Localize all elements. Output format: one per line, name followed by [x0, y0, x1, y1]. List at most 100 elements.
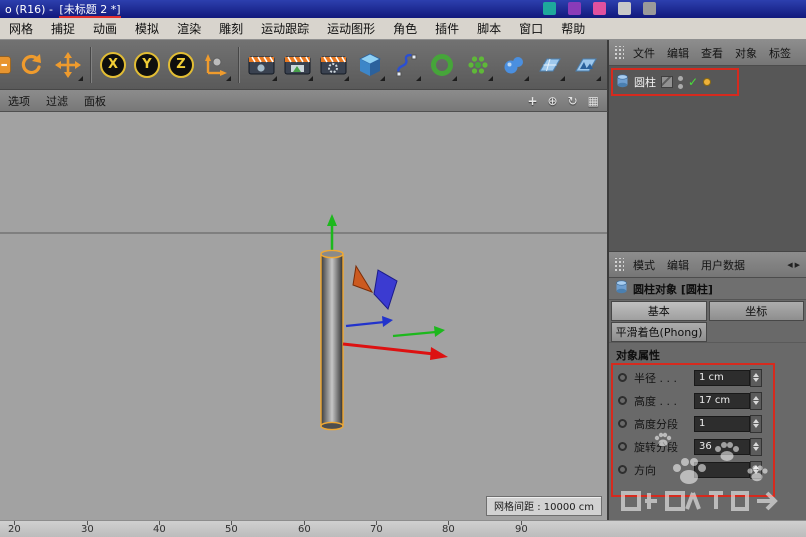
- tab-coordinates[interactable]: 坐标: [708, 301, 804, 321]
- enabled-check-icon[interactable]: ✓: [688, 75, 698, 89]
- radius-spinner[interactable]: [750, 368, 762, 387]
- badge-teal-icon: [543, 2, 556, 15]
- render-view-icon[interactable]: [244, 45, 280, 85]
- ruler-tick: 40: [153, 521, 166, 535]
- key-ring-icon[interactable]: [618, 396, 627, 405]
- maximize-icon[interactable]: ▦: [588, 94, 599, 108]
- grip-icon[interactable]: [613, 45, 624, 60]
- menu-motion-tracker[interactable]: 运动跟踪: [252, 20, 318, 37]
- toolbar-separator: [238, 46, 240, 83]
- spline-pen-icon[interactable]: [388, 45, 424, 85]
- rotation-segments-value-field[interactable]: 36: [694, 438, 750, 455]
- floor-plane-icon[interactable]: [532, 45, 568, 85]
- axis-x-label: X: [100, 51, 126, 78]
- menu-mesh[interactable]: 网格: [0, 20, 42, 37]
- am-menu-user-data[interactable]: 用户数据: [695, 257, 751, 273]
- array-generator-icon[interactable]: [460, 45, 496, 85]
- rotate-icon[interactable]: ↻: [568, 94, 578, 108]
- attr-row-height-segments: 高度分段 1: [609, 412, 806, 435]
- viewport-canvas[interactable]: 网格间距 : 10000 cm: [0, 112, 608, 520]
- layer-chip-icon[interactable]: [661, 76, 673, 88]
- viewport-ruler[interactable]: 20 30 40 50 60 70 80 90: [0, 520, 806, 537]
- tab-phong[interactable]: 平滑着色(Phong): [611, 322, 707, 342]
- coordinate-system-icon[interactable]: [198, 45, 234, 85]
- object-row-cylinder[interactable]: 圆柱 ✓: [609, 71, 763, 93]
- attribute-title-text: 圆柱对象 [圆柱]: [633, 282, 713, 296]
- tab-basic[interactable]: 基本: [611, 301, 707, 321]
- menu-plugins[interactable]: 插件: [426, 20, 468, 37]
- om-menu-view[interactable]: 查看: [695, 45, 729, 61]
- menu-snap[interactable]: 捕捉: [42, 20, 84, 37]
- window-title-prefix: o (R16) -: [5, 3, 57, 16]
- am-menu-mode[interactable]: 模式: [627, 257, 661, 273]
- radius-value-field[interactable]: 1 cm: [694, 369, 750, 386]
- pan-icon[interactable]: +: [527, 94, 537, 108]
- om-menu-edit[interactable]: 编辑: [661, 45, 695, 61]
- main-toolbar: X Y Z: [0, 40, 608, 90]
- key-ring-icon[interactable]: [618, 465, 627, 474]
- om-menu-objects[interactable]: 对象: [729, 45, 763, 61]
- key-ring-icon[interactable]: [618, 419, 627, 428]
- render-to-picture-viewer-icon[interactable]: [280, 45, 316, 85]
- lock-x-axis-button[interactable]: X: [96, 45, 130, 85]
- orientation-value-field[interactable]: [694, 461, 750, 478]
- cube-primitive-icon[interactable]: [352, 45, 388, 85]
- lock-y-axis-button[interactable]: Y: [130, 45, 164, 85]
- menu-window[interactable]: 窗口: [510, 20, 552, 37]
- height-value-field[interactable]: 17 cm: [694, 392, 750, 409]
- menu-sculpt[interactable]: 雕刻: [210, 20, 252, 37]
- zoom-icon[interactable]: ⊕: [548, 94, 558, 108]
- viewport-menubar: 选项 过滤 面板 + ⊕ ↻ ▦: [0, 90, 608, 112]
- vp-menu-filter[interactable]: 过滤: [38, 93, 76, 109]
- height-spinner[interactable]: [750, 391, 762, 410]
- viewport-nav-icons: + ⊕ ↻ ▦: [527, 94, 599, 108]
- attribute-manager-header: 模式 编辑 用户数据 ◀▶: [609, 252, 806, 278]
- object-manager-list[interactable]: 圆柱 ✓: [609, 66, 806, 252]
- grip-icon[interactable]: [613, 257, 624, 272]
- scene-cylinder[interactable]: [296, 208, 471, 453]
- ruler-tick: 30: [81, 521, 94, 535]
- lock-z-axis-button[interactable]: Z: [164, 45, 198, 85]
- menu-render[interactable]: 渲染: [168, 20, 210, 37]
- menu-animate[interactable]: 动画: [84, 20, 126, 37]
- app-window: o (R16) - [未标题 2 *] 网格 捕捉 动画 模拟 渲染 雕刻 运动…: [0, 0, 806, 537]
- history-arrows-icon[interactable]: ◀▶: [787, 261, 802, 269]
- move-tool-icon[interactable]: [50, 45, 86, 85]
- attr-label-height: 高度 . . .: [634, 394, 677, 408]
- key-ring-icon[interactable]: [618, 373, 627, 382]
- axis-z-label: Z: [168, 51, 194, 78]
- rotation-segments-spinner[interactable]: [750, 437, 762, 456]
- menu-script[interactable]: 脚本: [468, 20, 510, 37]
- attr-label-rotation-segments: 旋转分段: [634, 440, 678, 454]
- grid-spacing-label: 网格间距 : 10000 cm: [486, 496, 602, 516]
- key-ring-icon[interactable]: [618, 442, 627, 451]
- window-title: o (R16) - [未标题 2 *]: [5, 1, 121, 18]
- om-menu-tags[interactable]: 标签: [763, 45, 797, 61]
- ruler-tick: 80: [442, 521, 455, 535]
- document-title: [未标题 2 *]: [59, 3, 121, 18]
- menu-simulate[interactable]: 模拟: [126, 20, 168, 37]
- menu-help[interactable]: 帮助: [552, 20, 594, 37]
- object-name[interactable]: 圆柱: [634, 74, 656, 90]
- visibility-dots-icon[interactable]: [678, 75, 683, 89]
- material-dot-icon: [703, 78, 712, 86]
- metaball-icon[interactable]: [496, 45, 532, 85]
- om-menu-file[interactable]: 文件: [627, 45, 661, 61]
- render-settings-icon[interactable]: [316, 45, 352, 85]
- height-segments-value-field[interactable]: 1: [694, 415, 750, 432]
- torus-generator-icon[interactable]: [424, 45, 460, 85]
- clipped-tool-icon[interactable]: [0, 45, 14, 85]
- vp-menu-options[interactable]: 选项: [0, 93, 38, 109]
- landscape-icon[interactable]: [568, 45, 604, 85]
- orientation-spinner[interactable]: [750, 460, 762, 479]
- height-segments-spinner[interactable]: [750, 414, 762, 433]
- menu-mograph[interactable]: 运动图形: [318, 20, 384, 37]
- ruler-tick: 90: [515, 521, 528, 535]
- menu-character[interactable]: 角色: [384, 20, 426, 37]
- vp-menu-panel[interactable]: 面板: [76, 93, 114, 109]
- attr-row-orientation: 方向: [609, 458, 806, 481]
- right-panel: 文件 编辑 查看 对象 标签 圆柱 ✓ 模式 编辑 用户数据 ◀▶ 圆柱对象 […: [608, 40, 806, 537]
- undo-icon[interactable]: [14, 45, 50, 85]
- am-menu-edit[interactable]: 编辑: [661, 257, 695, 273]
- ruler-tick: 70: [370, 521, 383, 535]
